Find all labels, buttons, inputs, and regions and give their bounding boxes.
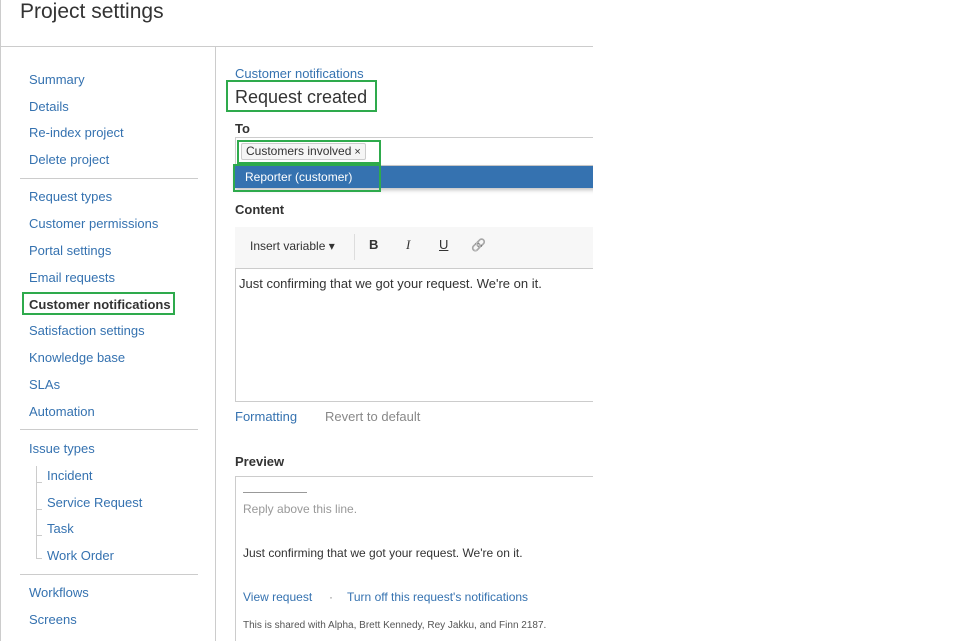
app-frame: Project settings Summary Details Re-inde… (0, 0, 593, 641)
recipient-chip[interactable]: Customers involved × (241, 143, 366, 160)
link-separator: · (329, 590, 333, 604)
sidebar-item-delete-project[interactable]: Delete project (29, 152, 109, 167)
sidebar-item-re-index-project[interactable]: Re-index project (29, 125, 124, 140)
content-label: Content (235, 202, 285, 217)
formatting-link[interactable]: Formatting (235, 409, 297, 424)
preview-body: Just confirming that we got your request… (243, 546, 523, 560)
sidebar-item-workflows[interactable]: Workflows (29, 585, 89, 600)
to-label: To (235, 121, 250, 136)
tree-branch (36, 509, 42, 510)
sidebar-item-portal-settings[interactable]: Portal settings (29, 243, 111, 258)
sidebar-item-knowledge-base[interactable]: Knowledge base (29, 350, 125, 365)
turn-off-notifications-link[interactable]: Turn off this request's notifications (347, 590, 528, 604)
sidebar-item-incident[interactable]: Incident (47, 468, 93, 483)
sidebar-border (215, 47, 216, 641)
revert-to-default-link[interactable]: Revert to default (325, 409, 420, 424)
preview-shared-note: This is shared with Alpha, Brett Kennedy… (243, 620, 547, 631)
tree-branch (36, 482, 42, 483)
sidebar-divider (20, 574, 198, 575)
page-title: Project settings (20, 0, 164, 23)
tree-branch (36, 558, 42, 559)
sidebar-item-request-types[interactable]: Request types (29, 189, 112, 204)
breadcrumb-customer-notifications[interactable]: Customer notifications (235, 66, 364, 81)
sidebar-divider (20, 429, 198, 430)
dropdown-option-reporter[interactable]: Reporter (customer) (245, 170, 352, 184)
bold-button[interactable]: B (369, 237, 378, 252)
sidebar-item-customer-permissions[interactable]: Customer permissions (29, 216, 158, 231)
sidebar-item-details[interactable]: Details (29, 99, 69, 114)
preview-reply-line: Reply above this line. (243, 502, 358, 516)
notification-heading: Request created (235, 87, 368, 107)
sidebar-item-work-order[interactable]: Work Order (47, 548, 114, 563)
sidebar-item-task[interactable]: Task (47, 521, 74, 536)
sidebar-item-screens[interactable]: Screens (29, 612, 77, 627)
sidebar-item-service-request[interactable]: Service Request (47, 495, 142, 510)
italic-button[interactable]: I (406, 237, 410, 253)
underline-button[interactable]: U (439, 237, 448, 252)
toolbar-divider (354, 234, 355, 260)
close-icon[interactable]: × (354, 146, 360, 158)
sidebar-item-email-requests[interactable]: Email requests (29, 270, 115, 285)
view-request-link[interactable]: View request (243, 590, 312, 604)
preview-label: Preview (235, 454, 285, 469)
sidebar-item-slas[interactable]: SLAs (29, 377, 60, 392)
insert-variable-dropdown[interactable]: Insert variable ▾ (250, 239, 335, 253)
sidebar-item-issue-types[interactable]: Issue types (29, 441, 95, 456)
tree-branch (36, 535, 42, 536)
editor-body-text[interactable]: Just confirming that we got your request… (239, 276, 542, 291)
header-divider (1, 46, 593, 47)
tree-line (36, 466, 37, 559)
sidebar-divider (20, 178, 198, 179)
reply-separator-line (243, 492, 307, 493)
link-icon[interactable]: 🔗 (471, 238, 486, 252)
sidebar-item-satisfaction-settings[interactable]: Satisfaction settings (29, 323, 145, 338)
recipient-chip-label: Customers involved (246, 144, 352, 158)
sidebar-item-summary[interactable]: Summary (29, 72, 85, 87)
sidebar-item-customer-notifications[interactable]: Customer notifications (29, 297, 171, 312)
sidebar-item-automation[interactable]: Automation (29, 404, 95, 419)
